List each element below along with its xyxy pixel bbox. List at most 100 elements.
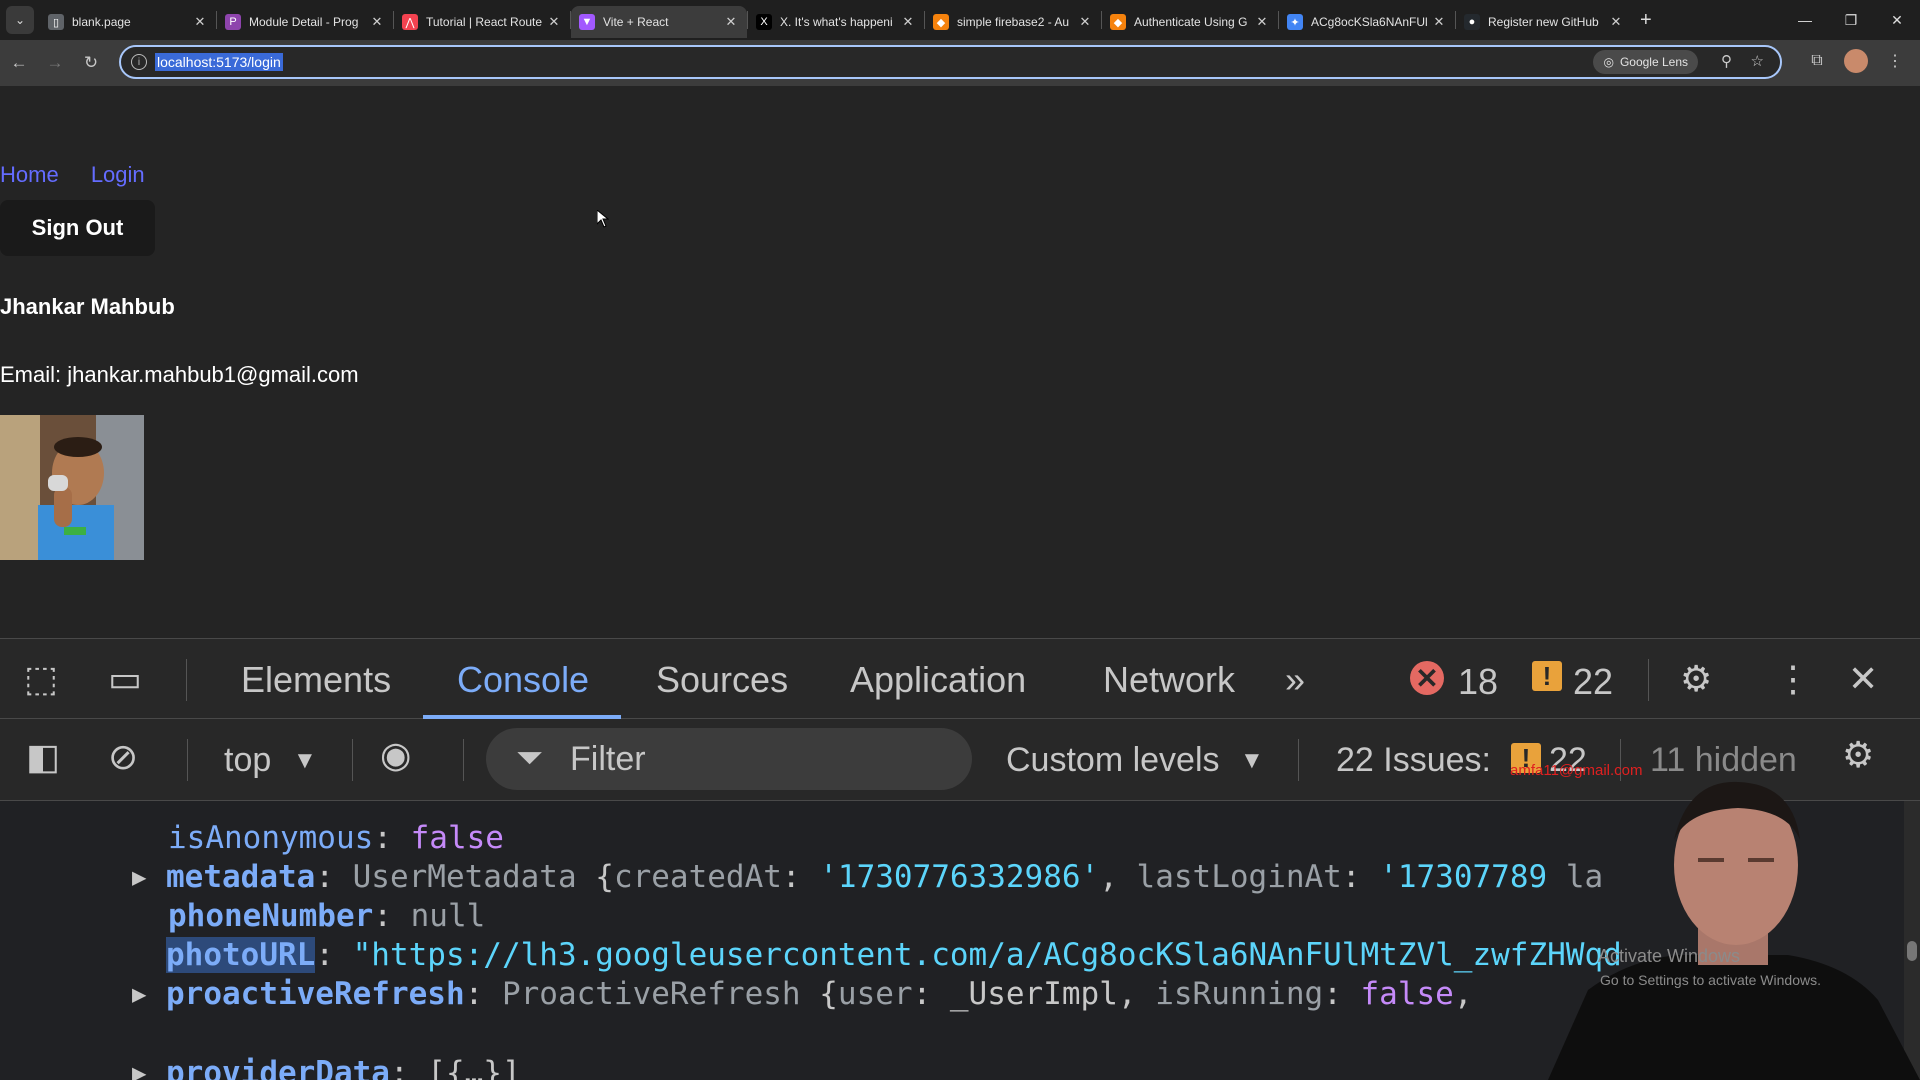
forward-arrow-icon[interactable]: → <box>38 46 72 80</box>
error-count[interactable]: 18 <box>1458 661 1498 703</box>
settings-gear-icon[interactable]: ⚙ <box>1680 657 1712 701</box>
bookmark-star-icon[interactable]: ☆ <box>1751 52 1764 70</box>
address-bar[interactable]: i localhost:5173/login ◎ Google Lens ⚲ ☆ <box>119 45 1782 79</box>
overlay-email-text: amfa11@gmail.com <box>1510 762 1643 779</box>
console-line-isAnonymous[interactable]: isAnonymous: false <box>168 820 504 856</box>
tab-list: ▯ blank.page ✕ P Module Detail - Prog ✕ ⋀ Tutor… <box>40 2 1632 38</box>
warning-count[interactable]: 22 <box>1573 661 1613 703</box>
close-tab-icon[interactable]: ✕ <box>369 14 385 30</box>
context-selector[interactable]: top <box>224 741 271 780</box>
menu-kebab-icon[interactable]: ⋮ <box>1880 46 1910 76</box>
lens-icon: ◎ <box>1603 55 1614 69</box>
console-line-providerData[interactable]: providerData: [{…}] <box>166 1055 521 1080</box>
web-page: Home Login Sign Out Jhankar Mahbub Email… <box>0 86 1920 638</box>
profile-avatar[interactable] <box>1844 49 1868 73</box>
webcam-overlay <box>1548 770 1920 1080</box>
expand-triangle-icon[interactable]: ▶ <box>132 863 146 891</box>
context-dropdown-arrow-icon[interactable]: ▼ <box>293 747 317 775</box>
close-tab-icon[interactable]: ✕ <box>1077 14 1093 30</box>
console-filter-input[interactable]: ⏷ Filter <box>486 728 972 790</box>
issues-label[interactable]: 22 Issues: <box>1336 741 1491 780</box>
close-tab-icon[interactable]: ✕ <box>1608 14 1624 30</box>
tab-title: Vite + React <box>603 15 669 29</box>
browser-tab[interactable]: ⋀ Tutorial | React Route ✕ <box>394 6 570 38</box>
github-icon: ● <box>1464 14 1480 30</box>
close-tab-icon[interactable]: ✕ <box>1431 14 1447 30</box>
close-devtools-icon[interactable]: ✕ <box>1848 657 1878 701</box>
browser-tab[interactable]: ▼ Vite + React ✕ <box>571 6 747 38</box>
tab-sources[interactable]: Sources <box>656 659 788 701</box>
window-controls: — ❐ ✕ <box>1782 0 1920 40</box>
zoom-icon[interactable]: ⚲ <box>1721 52 1732 70</box>
close-tab-icon[interactable]: ✕ <box>1254 14 1270 30</box>
google-lens-button[interactable]: ◎ Google Lens <box>1593 50 1698 74</box>
warning-icon[interactable]: ! <box>1532 661 1562 691</box>
filter-funnel-icon: ⏷ <box>516 739 544 777</box>
divider <box>187 739 188 781</box>
tab-elements[interactable]: Elements <box>241 659 391 701</box>
reload-icon[interactable]: ↻ <box>74 46 108 80</box>
divider <box>186 659 187 701</box>
url-text[interactable]: localhost:5173/login <box>155 53 283 71</box>
lens-label: Google Lens <box>1619 55 1688 69</box>
page-icon: ▯ <box>48 14 64 30</box>
tab-network[interactable]: Network <box>1103 659 1235 701</box>
tab-title: blank.page <box>72 15 131 29</box>
user-email-text: Email: jhankar.mahbub1@gmail.com <box>0 362 359 387</box>
console-line-proactiveRefresh[interactable]: proactiveRefresh: ProactiveRefresh {user… <box>166 976 1473 1012</box>
live-expression-eye-icon[interactable]: ◉ <box>380 733 411 777</box>
inspect-element-icon[interactable]: ⬚ <box>24 657 58 701</box>
error-icon[interactable]: ✕ <box>1410 661 1444 695</box>
clear-console-icon[interactable]: ⊘ <box>108 735 138 779</box>
react-router-icon: ⋀ <box>402 14 418 30</box>
tab-title: Register new GitHub <box>1488 15 1599 29</box>
close-window-icon[interactable]: ✕ <box>1874 0 1920 40</box>
devtools-menu-kebab-icon[interactable]: ⋮ <box>1775 657 1811 701</box>
log-levels-dropdown[interactable]: Custom levels <box>1006 741 1220 780</box>
close-tab-icon[interactable]: ✕ <box>546 14 562 30</box>
site-info-icon[interactable]: i <box>131 54 147 70</box>
expand-triangle-icon[interactable]: ▶ <box>132 1059 146 1080</box>
console-line-photoURL[interactable]: photoURL: "https://lh3.googleusercontent… <box>166 937 1622 973</box>
browser-tab-strip: ⌄ ▯ blank.page ✕ P Module Detail - Prog ✕ ⋀ Tut… <box>0 0 1920 40</box>
x-logo-icon: X <box>756 14 772 30</box>
browser-tab[interactable]: ✦ ACg8ocKSla6NAnFUl ✕ <box>1279 6 1455 38</box>
activate-windows-title: Activate Windows <box>1598 946 1741 966</box>
google-icon: ✦ <box>1287 14 1303 30</box>
close-tab-icon[interactable]: ✕ <box>192 14 208 30</box>
browser-tab[interactable]: X X. It's what's happeni ✕ <box>748 6 924 38</box>
console-line-phoneNumber[interactable]: phoneNumber: null <box>168 898 485 934</box>
tab-application[interactable]: Application <box>850 659 1026 701</box>
tab-console[interactable]: Console <box>457 659 589 701</box>
chevron-down-icon: ⌄ <box>14 13 26 27</box>
new-tab-plus-icon[interactable]: + <box>1640 9 1652 32</box>
levels-dropdown-arrow-icon[interactable]: ▼ <box>1240 747 1264 775</box>
activate-windows-subtitle: Go to Settings to activate Windows. <box>1600 972 1821 988</box>
back-arrow-icon[interactable]: ← <box>2 46 36 80</box>
toolbar-actions: ⧉ ⋮ <box>1802 46 1910 76</box>
tab-search-button[interactable]: ⌄ <box>6 6 34 34</box>
nav-login-link[interactable]: Login <box>91 162 145 187</box>
browser-tab[interactable]: ● Register new GitHub ✕ <box>1456 6 1632 38</box>
device-toolbar-icon[interactable]: ▭ <box>108 657 142 701</box>
vite-icon: ▼ <box>579 14 595 30</box>
tab-title: Tutorial | React Route <box>426 15 543 29</box>
close-tab-icon[interactable]: ✕ <box>900 14 916 30</box>
minimize-icon[interactable]: — <box>1782 0 1828 40</box>
more-tabs-chevron-icon[interactable]: » <box>1285 659 1305 701</box>
console-line-metadata[interactable]: metadata: UserMetadata {createdAt: '1730… <box>166 859 1603 895</box>
expand-triangle-icon[interactable]: ▶ <box>132 980 146 1008</box>
browser-tab[interactable]: ◆ simple firebase2 - Au ✕ <box>925 6 1101 38</box>
tab-title: ACg8ocKSla6NAnFUl <box>1311 15 1428 29</box>
restore-icon[interactable]: ❐ <box>1828 0 1874 40</box>
nav-home-link[interactable]: Home <box>0 162 59 187</box>
browser-tab[interactable]: ◆ Authenticate Using G ✕ <box>1102 6 1278 38</box>
sign-out-button[interactable]: Sign Out <box>0 200 155 256</box>
purple-p-icon: P <box>225 14 241 30</box>
sidebar-toggle-icon[interactable]: ◧ <box>26 735 60 779</box>
browser-tab[interactable]: P Module Detail - Prog ✕ <box>217 6 393 38</box>
extensions-icon[interactable]: ⧉ <box>1802 46 1832 76</box>
close-tab-icon[interactable]: ✕ <box>723 14 739 30</box>
tab-title: Authenticate Using G <box>1134 15 1248 29</box>
browser-tab[interactable]: ▯ blank.page ✕ <box>40 6 216 38</box>
